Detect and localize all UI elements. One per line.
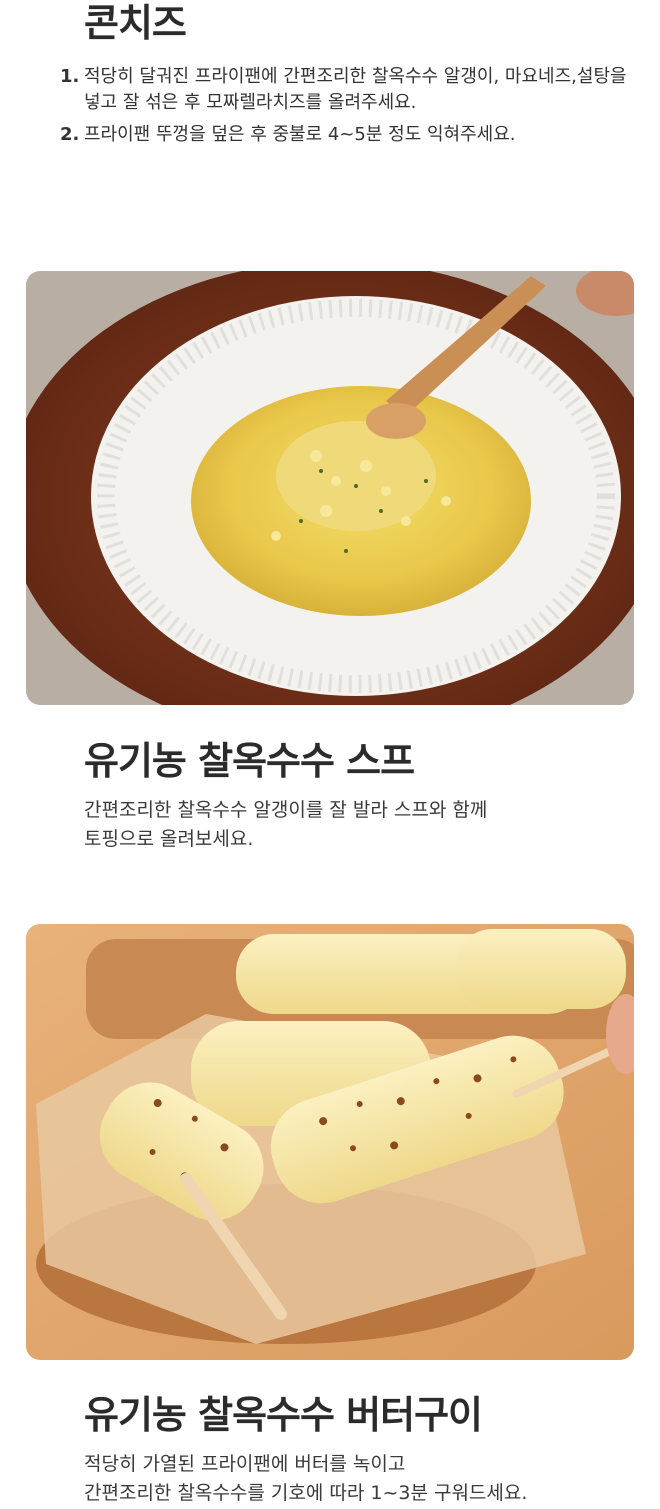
- corn-soup-description: 간편조리한 찰옥수수 알갱이를 잘 발라 스프와 함께 토핑으로 올려보세요.: [84, 796, 624, 854]
- corn-soup-illustration: [26, 271, 634, 705]
- butter-corn-title: 유기농 찰옥수수 버터구이: [84, 1393, 483, 1437]
- step-text: 프라이팬 뚜껑을 덮은 후 중불로 4~5분 정도 익혀주세요.: [84, 124, 516, 145]
- corn-soup-photo: [26, 271, 634, 705]
- grilled-corn-illustration: [26, 924, 634, 1360]
- description-line: 적당히 가열된 프라이팬에 버터를 녹이고: [84, 1453, 406, 1475]
- step-item: 1. 적당히 달궈진 프라이팬에 간편조리한 찰옥수수 알갱이, 마요네즈,설탕…: [60, 64, 640, 116]
- corn-cheese-steps: 1. 적당히 달궈진 프라이팬에 간편조리한 찰옥수수 알갱이, 마요네즈,설탕…: [60, 64, 640, 154]
- butter-corn-description: 적당히 가열된 프라이팬에 버터를 녹이고 간편조리한 찰옥수수를 기호에 따라…: [84, 1450, 624, 1508]
- step-text: 적당히 달궈진 프라이팬에 간편조리한 찰옥수수 알갱이, 마요네즈,설탕을 넣…: [84, 66, 627, 113]
- step-number: 1.: [60, 66, 80, 87]
- description-line: 간편조리한 찰옥수수를 기호에 따라 1~3분 구워드세요.: [84, 1482, 528, 1504]
- grilled-corn-photo: [26, 924, 634, 1360]
- description-line: 토핑으로 올려보세요.: [84, 828, 254, 850]
- corn-cheese-title: 콘치즈: [84, 1, 187, 45]
- description-line: 간편조리한 찰옥수수 알갱이를 잘 발라 스프와 함께: [84, 799, 488, 821]
- step-number: 2.: [60, 124, 80, 145]
- step-item: 2. 프라이팬 뚜껑을 덮은 후 중불로 4~5분 정도 익혀주세요.: [60, 122, 640, 148]
- corn-soup-title: 유기농 찰옥수수 스프: [84, 739, 415, 783]
